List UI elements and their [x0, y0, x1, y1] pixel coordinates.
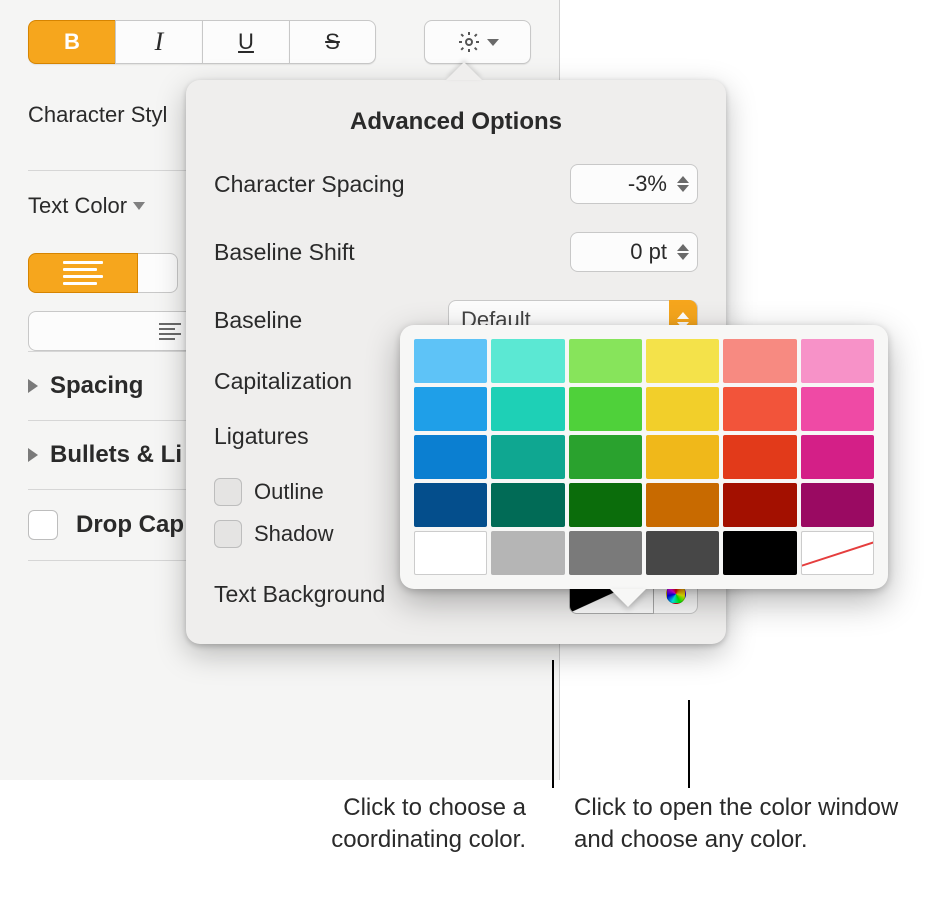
advanced-options-button[interactable]: [424, 20, 531, 64]
color-swatch[interactable]: [723, 339, 796, 383]
color-swatch[interactable]: [646, 387, 719, 431]
color-swatch[interactable]: [801, 339, 874, 383]
drop-cap-checkbox[interactable]: [28, 510, 58, 540]
no-color-swatch[interactable]: [801, 531, 874, 575]
callout-leader-line: [688, 700, 690, 788]
color-swatch[interactable]: [723, 387, 796, 431]
color-swatch-grid: [414, 339, 874, 575]
stepper-arrows-icon[interactable]: [677, 244, 689, 260]
drop-cap-label: Drop Cap: [76, 511, 184, 539]
stepper-arrows-icon[interactable]: [677, 176, 689, 192]
color-swatch-popover: [400, 325, 888, 589]
underline-button[interactable]: U: [202, 20, 289, 64]
ligatures-label: Ligatures: [214, 423, 309, 450]
color-swatch[interactable]: [646, 339, 719, 383]
color-swatch[interactable]: [646, 435, 719, 479]
color-swatch[interactable]: [491, 483, 564, 527]
spacing-label: Spacing: [50, 372, 143, 400]
bullets-label: Bullets & Li: [50, 441, 182, 469]
color-swatch[interactable]: [646, 531, 719, 575]
color-swatch[interactable]: [723, 435, 796, 479]
shadow-label: Shadow: [254, 521, 334, 547]
capitalization-label: Capitalization: [214, 368, 352, 395]
color-swatch[interactable]: [723, 531, 796, 575]
color-swatch[interactable]: [801, 483, 874, 527]
color-swatch[interactable]: [491, 339, 564, 383]
strikethrough-button[interactable]: S: [289, 20, 376, 64]
align-more-button[interactable]: [138, 253, 178, 293]
color-swatch[interactable]: [414, 435, 487, 479]
color-swatch[interactable]: [801, 435, 874, 479]
chevron-right-icon: [28, 379, 38, 393]
color-swatch[interactable]: [723, 483, 796, 527]
color-swatch[interactable]: [491, 435, 564, 479]
callout-coordinating-color: Click to choose a coordinating color.: [216, 792, 526, 857]
baseline-shift-label: Baseline Shift: [214, 239, 355, 266]
bold-button[interactable]: B: [28, 20, 115, 64]
baseline-shift-value: 0 pt: [579, 239, 671, 265]
indent-icon: [159, 323, 181, 340]
color-swatch[interactable]: [414, 531, 487, 575]
color-swatch[interactable]: [414, 339, 487, 383]
chevron-down-icon: [487, 39, 499, 46]
chevron-right-icon: [28, 448, 38, 462]
chevron-down-icon[interactable]: [133, 202, 145, 210]
text-color-label: Text Color: [28, 193, 127, 219]
color-swatch[interactable]: [569, 531, 642, 575]
gear-icon: [457, 30, 481, 54]
callout-color-window: Click to open the color window and choos…: [574, 792, 914, 857]
style-segment-group: B I U S: [28, 20, 376, 64]
color-swatch[interactable]: [491, 531, 564, 575]
text-style-toolbar: B I U S: [28, 20, 531, 64]
italic-button[interactable]: I: [115, 20, 202, 64]
callout-leader-line: [552, 660, 554, 788]
character-spacing-value: -3%: [579, 171, 671, 197]
align-left-button[interactable]: [28, 253, 138, 293]
color-swatch[interactable]: [569, 387, 642, 431]
color-swatch[interactable]: [569, 339, 642, 383]
text-background-label: Text Background: [214, 581, 385, 608]
color-swatch[interactable]: [414, 387, 487, 431]
color-swatch[interactable]: [414, 483, 487, 527]
popover-title: Advanced Options: [214, 108, 698, 136]
align-left-icon: [63, 261, 103, 285]
outline-checkbox[interactable]: [214, 478, 242, 506]
color-swatch[interactable]: [646, 483, 719, 527]
outline-label: Outline: [254, 479, 324, 505]
color-swatch[interactable]: [569, 483, 642, 527]
character-spacing-label: Character Spacing: [214, 171, 405, 198]
shadow-checkbox[interactable]: [214, 520, 242, 548]
baseline-label: Baseline: [214, 307, 302, 334]
color-swatch[interactable]: [801, 387, 874, 431]
color-swatch[interactable]: [491, 387, 564, 431]
baseline-shift-stepper[interactable]: 0 pt: [570, 232, 698, 272]
color-swatch[interactable]: [569, 435, 642, 479]
character-spacing-stepper[interactable]: -3%: [570, 164, 698, 204]
